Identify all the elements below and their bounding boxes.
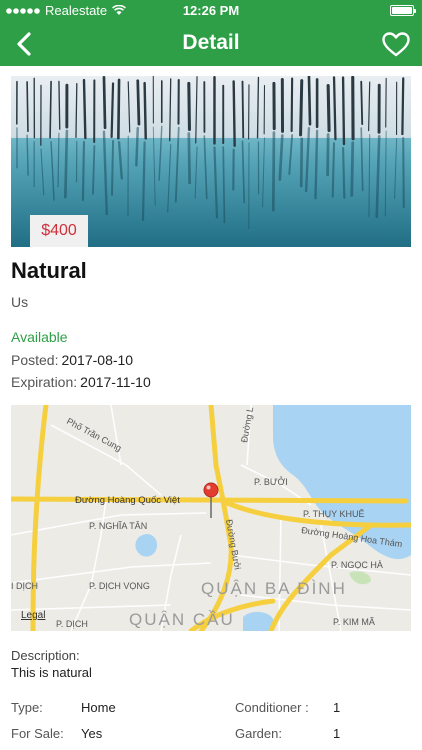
- lake-bottom: [243, 611, 273, 631]
- listing-title: Natural: [11, 258, 87, 283]
- tree-trunk: [241, 80, 245, 139]
- map-label-thuy-khue: P. THỤY KHUÊ: [303, 509, 365, 519]
- tree-reflection: [402, 137, 405, 209]
- tree-trunk: [117, 78, 121, 140]
- tree-reflection: [350, 141, 355, 197]
- tree-trunk: [187, 81, 191, 131]
- map-label-dich-left: I DỊCH: [11, 581, 38, 591]
- tree-trunk: [136, 79, 141, 126]
- garden-label: Garden:: [235, 726, 282, 741]
- expiration-row: Expiration: 2017-11-10: [11, 374, 151, 390]
- conditioner-value: 1: [333, 700, 341, 715]
- tree-reflection: [187, 132, 192, 185]
- tree-trunk: [256, 76, 260, 139]
- clock: 12:26 PM: [182, 3, 240, 18]
- tree-trunk: [143, 81, 147, 140]
- tree-trunk: [307, 76, 312, 126]
- location-map[interactable]: Đường Hoàng Quốc Việt Phố Trần Cung P. N…: [11, 405, 411, 631]
- tree-trunk: [102, 76, 107, 130]
- battery-level: [392, 7, 412, 14]
- tree-trunk: [75, 82, 78, 138]
- type-label: Type:: [11, 700, 43, 715]
- tree-trunk: [26, 81, 29, 133]
- map-canvas: Đường Hoàng Quốc Việt Phố Trần Cung P. N…: [11, 405, 411, 631]
- tree-reflection: [110, 140, 115, 196]
- price-tag: $400: [30, 215, 88, 247]
- availability-status: Available: [11, 329, 68, 345]
- map-label-kim-ma: P. KIM MÃ: [333, 617, 375, 627]
- map-label-quan-cau: QUẬN CẦU: [129, 610, 235, 629]
- posted-date: 2017-08-10: [61, 352, 134, 368]
- tree-reflection: [299, 137, 304, 188]
- tree-trunk: [299, 79, 304, 137]
- tree-reflection: [368, 134, 371, 218]
- tree-trunk: [58, 80, 61, 130]
- type-value: Home: [81, 700, 116, 715]
- listing-location: Us: [11, 294, 29, 310]
- expiration-label: Expiration:: [11, 374, 78, 390]
- tree-reflection: [326, 133, 330, 177]
- tree-trunk: [82, 78, 87, 140]
- posted-label: Posted:: [11, 352, 59, 368]
- tree-reflection: [64, 129, 69, 199]
- for-sale-label: For Sale:: [11, 726, 64, 741]
- tree-reflection: [26, 134, 29, 176]
- tree-trunk: [110, 82, 115, 139]
- map-label-dich-vong: P. DỊCH VỌNG: [89, 581, 150, 591]
- status-bar: Realestate 12:26 PM: [0, 0, 422, 22]
- tree-trunk: [360, 80, 364, 126]
- description-text: This is natural: [11, 665, 92, 680]
- tree-reflection: [342, 146, 346, 199]
- tree-trunk: [232, 80, 236, 147]
- tree-reflection: [271, 131, 276, 212]
- tree-reflection: [222, 146, 226, 224]
- garden-value: 1: [333, 726, 341, 741]
- map-legal-link[interactable]: Legal: [21, 610, 45, 621]
- tree-trunk: [49, 80, 52, 139]
- map-label-ba-dinh: QUẬN BA ĐÌNH: [201, 579, 347, 598]
- description-label: Description:: [11, 648, 80, 663]
- expiration-date: 2017-11-10: [80, 374, 151, 390]
- tree-reflection: [314, 129, 319, 200]
- tree-reflection: [135, 126, 139, 167]
- tree-trunk: [341, 76, 346, 146]
- nav-bar: Detail: [0, 22, 422, 66]
- posted-row: Posted: 2017-08-10: [11, 352, 133, 368]
- heart-outline-icon: [382, 31, 410, 56]
- map-label-buoi: P. BƯỞI: [254, 476, 288, 487]
- map-label-ngoc-ha: P. NGỌC HÀ: [331, 560, 383, 570]
- tree-trunk: [401, 77, 405, 136]
- tree-trunk: [326, 83, 331, 133]
- favorite-button[interactable]: [380, 28, 412, 60]
- tree-reflection: [81, 140, 86, 202]
- battery-icon: [390, 5, 416, 16]
- for-sale-value: Yes: [81, 726, 103, 741]
- map-label-dich-bottom: P. DỊCH: [56, 619, 88, 629]
- map-label-nghia-tan: P. NGHĨA TÂN: [89, 521, 147, 531]
- page-title: Detail: [182, 31, 240, 54]
- tree-reflection: [331, 142, 336, 198]
- map-label-hoang-quoc-viet: Đường Hoàng Quốc Việt: [75, 495, 180, 506]
- tree-trunk: [332, 76, 337, 141]
- tree-trunk: [290, 77, 294, 133]
- conditioner-label: Conditioner :: [235, 700, 309, 715]
